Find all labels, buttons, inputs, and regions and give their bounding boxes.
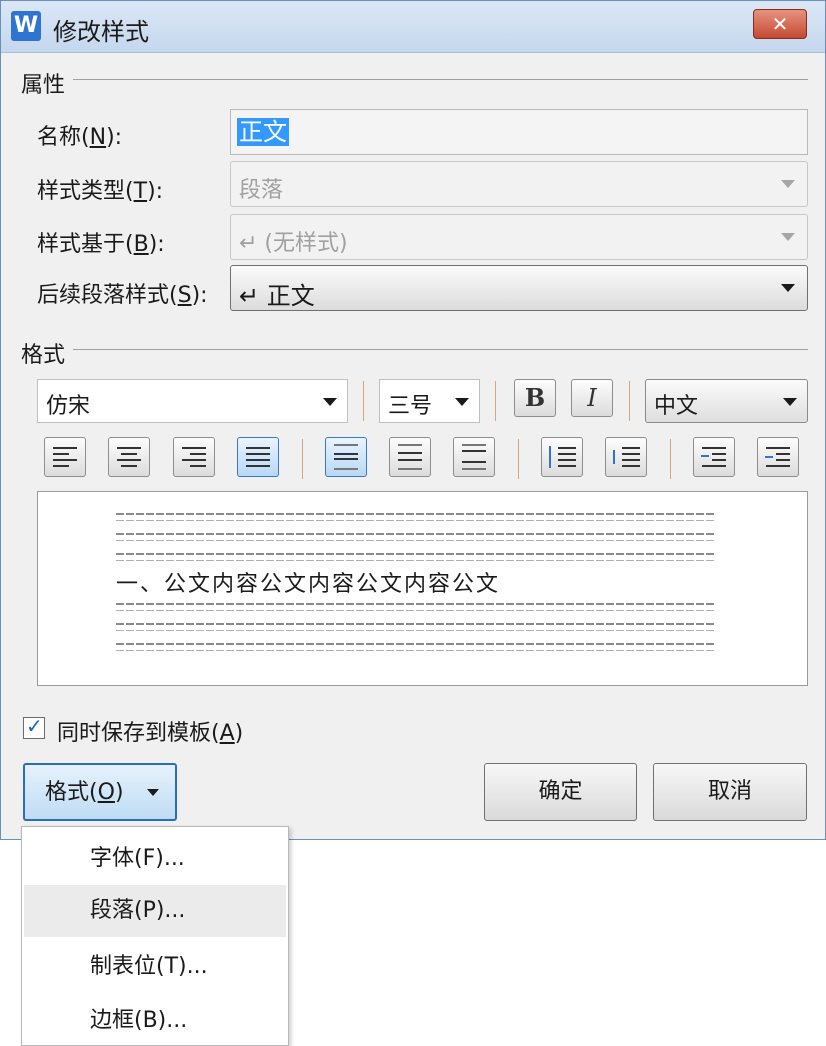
toolbar-separator [629,381,630,421]
preview-sample-text: 一、公文内容公文内容公文内容公文 [116,572,501,597]
font-name-select[interactable]: 仿宋 [37,379,348,423]
toolbar-separator [363,381,364,421]
preview-filler-line [116,596,728,611]
wps-app-icon: W [11,11,41,41]
next-paragraph-style-label: 后续段落样式(S): [37,283,208,308]
single-spacing-button[interactable] [325,437,367,477]
name-label: 名称(N): [37,125,123,150]
bold-button[interactable]: B [514,379,556,417]
toolbar-separator [670,439,671,479]
style-type-label: 样式类型(T): [37,179,164,204]
menu-item-font[interactable]: 字体(F)... [24,833,286,885]
decrease-indent-button[interactable] [693,437,735,477]
modify-style-dialog: W 修改样式 ✕ 属性 名称(N): 正文 样式类型(T): 段落 样式基于(B… [0,0,826,840]
style-type-select[interactable]: 段落 [230,161,808,207]
toolbar-separator [495,381,496,421]
format-section-label: 格式 [21,343,66,368]
cancel-button[interactable]: 取消 [653,763,807,821]
format-menu-button[interactable]: 格式(O) [23,763,177,821]
decrease-paragraph-spacing-button[interactable] [605,437,647,477]
close-icon: ✕ [771,12,789,36]
chevron-down-icon [455,398,469,406]
properties-section-label: 属性 [21,73,66,98]
title-bar: W 修改样式 ✕ [1,1,825,53]
script-select[interactable]: 中文 [645,379,808,423]
dialog-title: 修改样式 [53,18,149,46]
menu-item-borders[interactable]: 边框(B)... [24,995,286,1046]
style-based-on-label: 样式基于(B): [37,232,165,257]
increase-indent-button[interactable] [757,437,799,477]
toolbar-separator [518,439,519,479]
menu-item-paragraph[interactable]: 段落(P)... [24,885,286,937]
save-to-template-checkbox[interactable]: ✓ [23,714,45,739]
preview-filler-line [116,526,728,541]
one-half-spacing-button[interactable] [389,437,431,477]
style-preview: 一、公文内容公文内容公文内容公文 [37,491,808,686]
preview-filler-line [116,546,728,561]
style-based-on-value: ↵ (无样式) [239,231,348,256]
justify-button[interactable] [237,437,279,477]
chevron-down-icon [783,398,797,406]
italic-button[interactable]: I [571,379,613,417]
preview-filler-line [116,616,728,631]
font-size-value: 三号 [388,394,433,419]
close-button[interactable]: ✕ [753,9,807,39]
chevron-down-icon [323,398,337,406]
font-size-select[interactable]: 三号 [379,379,480,423]
ok-button[interactable]: 确定 [484,763,637,821]
double-spacing-button[interactable] [453,437,495,477]
menu-item-tabs[interactable]: 制表位(T)... [24,941,286,993]
format-menu-button-label: 格式(O) [45,780,124,805]
format-dropdown-menu: 字体(F)... 段落(P)... 制表位(T)... 边框(B)... [21,826,289,1046]
next-paragraph-style-select[interactable]: ↵ 正文 [230,265,808,311]
preview-filler-line [116,636,728,651]
align-left-button[interactable] [44,437,86,477]
script-value: 中文 [654,394,699,419]
font-name-value: 仿宋 [46,394,91,419]
style-based-on-select[interactable]: ↵ (无样式) [230,214,808,260]
align-center-button[interactable] [108,437,150,477]
toolbar-separator [302,439,303,479]
name-input[interactable]: 正文 [230,109,808,155]
chevron-down-icon [781,233,795,241]
align-right-button[interactable] [173,437,215,477]
chevron-down-icon [781,180,795,188]
increase-paragraph-spacing-button[interactable] [541,437,583,477]
save-to-template-label[interactable]: 同时保存到模板(A) [57,715,243,747]
chevron-down-icon [147,789,159,796]
format-divider [73,349,808,350]
properties-divider [73,79,808,80]
preview-filler-line [116,506,728,521]
style-type-value: 段落 [239,178,284,203]
name-input-value: 正文 [237,118,289,146]
chevron-down-icon [781,284,795,292]
checkmark-icon: ✓ [26,714,43,738]
next-paragraph-style-value: ↵ 正文 [239,282,315,310]
